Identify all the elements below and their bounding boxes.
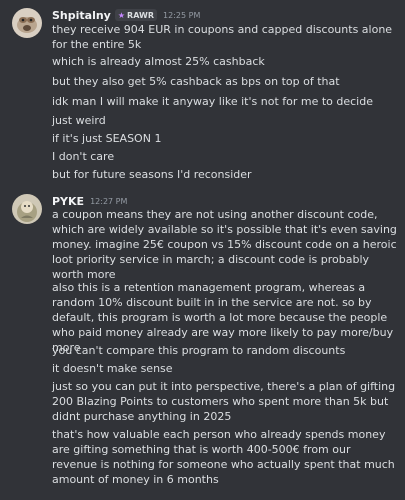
message-line: I don't care bbox=[52, 150, 115, 163]
role-badge[interactable]: ★ RAWR bbox=[114, 9, 158, 21]
timestamp[interactable]: 12:27 PM bbox=[90, 197, 127, 206]
message-line: they receive 904 EUR in coupons and capp… bbox=[52, 23, 396, 51]
message-line: but for future seasons I'd reconsider bbox=[52, 168, 252, 181]
avatar[interactable] bbox=[12, 194, 42, 224]
message-line: it doesn't make sense bbox=[52, 362, 173, 375]
message-line: a coupon means they are not using anothe… bbox=[52, 208, 401, 281]
timestamp[interactable]: 12:25 PM bbox=[163, 11, 200, 20]
message-line: idk man I will make it anyway like it's … bbox=[52, 95, 373, 108]
message-header: PYKE 12:27 PM bbox=[52, 194, 127, 208]
username[interactable]: PYKE bbox=[52, 195, 84, 208]
message-line: which is already almost 25% cashback bbox=[52, 55, 265, 68]
message-line: just weird bbox=[52, 114, 106, 127]
paw-badge-icon: ★ bbox=[117, 10, 126, 20]
username[interactable]: Shpitalny bbox=[52, 9, 111, 22]
message-line: just so you can put it into perspective,… bbox=[52, 380, 399, 423]
message-line: if it's just SEASON 1 bbox=[52, 132, 162, 145]
avatar[interactable] bbox=[12, 8, 42, 38]
badge-label: RAWR bbox=[127, 10, 155, 20]
message-line: but they also get 5% cashback as bps on … bbox=[52, 75, 340, 88]
message-line: you can't compare this program to random… bbox=[52, 344, 346, 357]
message-header: Shpitalny ★ RAWR 12:25 PM bbox=[52, 8, 200, 22]
message-line: that's how valuable each person who alre… bbox=[52, 428, 399, 486]
